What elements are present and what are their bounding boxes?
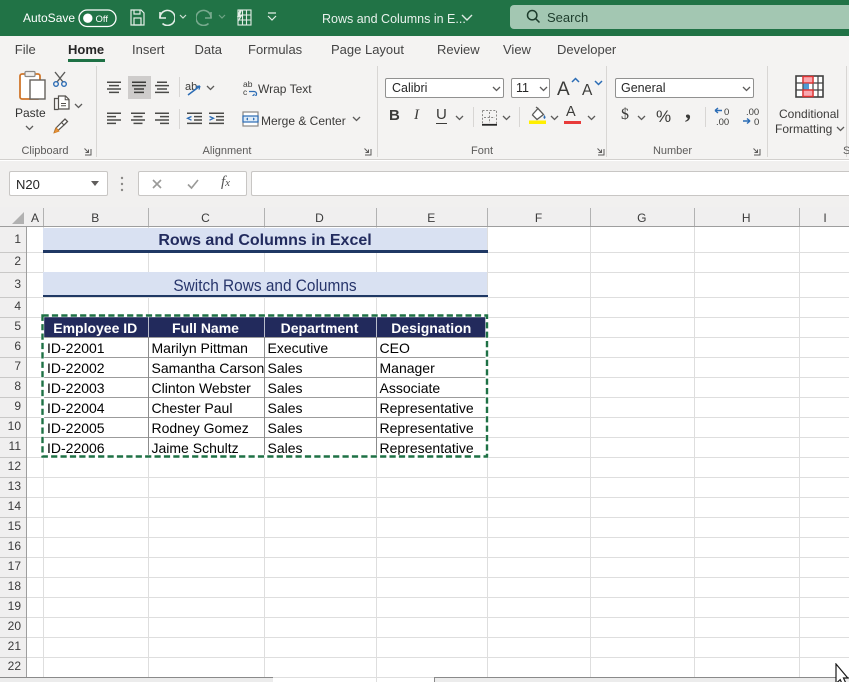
svg-text:.00: .00: [716, 117, 729, 126]
svg-text:0: 0: [754, 117, 759, 126]
svg-text:Off: Off: [96, 13, 109, 24]
svg-text:ab: ab: [185, 81, 197, 93]
svg-text:A: A: [582, 82, 593, 98]
svg-text:A: A: [557, 79, 570, 98]
